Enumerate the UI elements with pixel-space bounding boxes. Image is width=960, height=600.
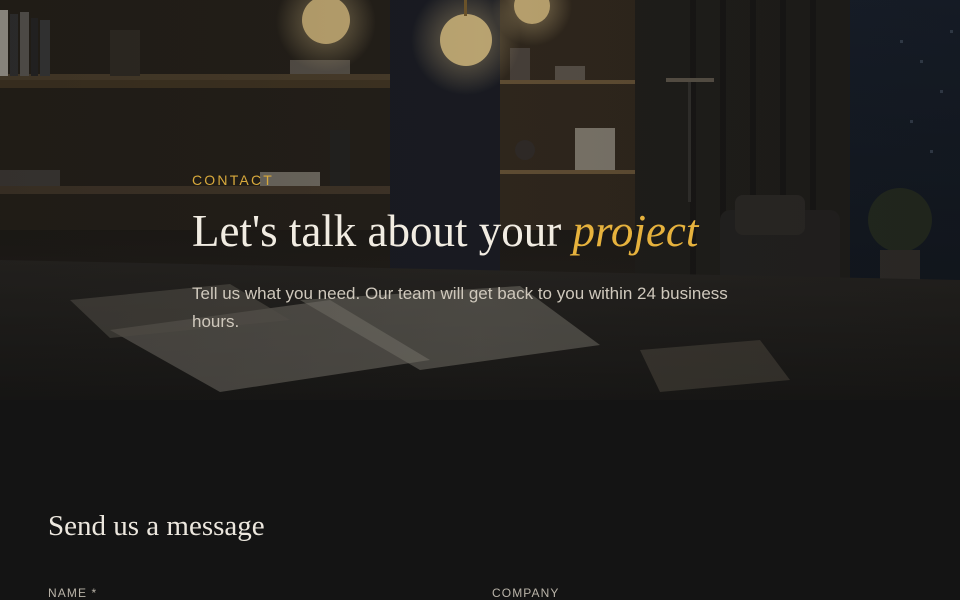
name-field-label: NAME * xyxy=(48,586,98,600)
hero-section: CONTACT Let's talk about your project Te… xyxy=(0,0,960,400)
hero-content: CONTACT Let's talk about your project Te… xyxy=(192,172,772,336)
page-title: Let's talk about your project xyxy=(192,204,772,258)
form-title: Send us a message xyxy=(48,510,265,542)
company-field-label: COMPANY xyxy=(492,586,560,600)
eyebrow-label: CONTACT xyxy=(192,172,275,188)
hero-subtitle: Tell us what you need. Our team will get… xyxy=(192,284,728,331)
page-title-main: Let's talk about your xyxy=(192,206,573,256)
contact-form-section: Send us a message NAME * COMPANY xyxy=(0,400,960,600)
page-title-accent: project xyxy=(572,206,699,256)
